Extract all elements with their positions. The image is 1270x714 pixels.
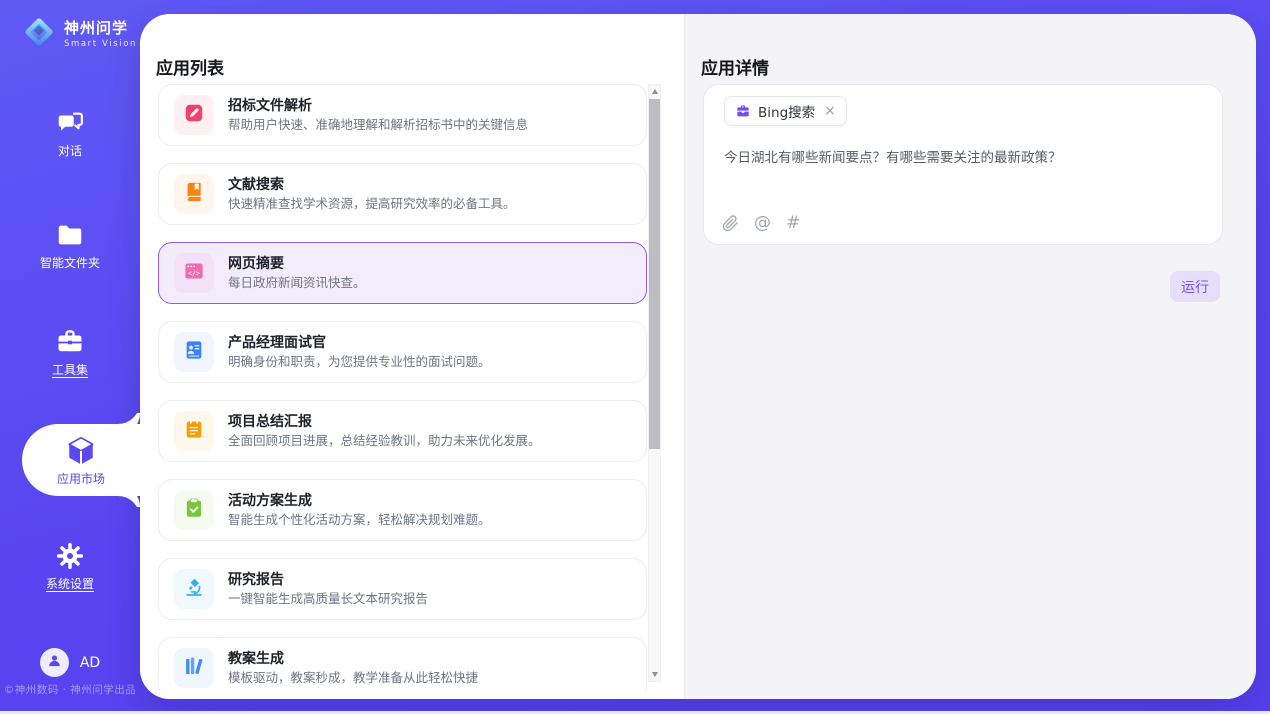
app-card-desc: 帮助用户快速、准确地理解和解析招标书中的关键信息 [228,118,528,132]
composer-toolbar: @# [722,215,800,232]
app-card-desc: 模板驱动，教案秒成，教学准备从此轻松快捷 [228,671,478,685]
chat-icon [55,108,85,138]
main-panel: 应用列表 招标文件解析 帮助用户快速、准确地理解和解析招标书中的关键信息 文献搜… [140,14,1256,699]
sidebar-item-chat[interactable]: 对话 [0,108,140,158]
brand-logo: 神州问学 Smart Vision [20,13,137,55]
brand-diamond-icon [20,13,58,55]
app-list-panel: 应用列表 招标文件解析 帮助用户快速、准确地理解和解析招标书中的关键信息 文献搜… [140,14,684,699]
app-card-project-summary[interactable]: 项目总结汇报 全面回顾项目进展，总结经验教训，助力未来优化发展。 [158,400,647,462]
chip-icon-slot [735,103,751,119]
sidebar-item-label: 智能文件夹 [40,257,100,270]
chip-close-slot[interactable]: × [824,104,836,118]
browser-code-icon: </> [183,260,205,286]
microscope-icon [183,576,205,602]
app-card-research-report[interactable]: 研究报告 一键智能生成高质量长文本研究报告 [158,558,647,620]
attachment-icon[interactable] [722,215,739,232]
user-initials: AD [80,655,100,671]
sidebar-item-smart-folders[interactable]: 智能文件夹 [0,220,140,270]
app-card-pm-interviewer[interactable]: 产品经理面试官 明确身份和职责，为您提供专业性的面试问题。 [158,321,647,383]
mention-icon[interactable]: @ [754,215,771,232]
brand-subtitle: Smart Vision [64,39,137,49]
sidebar-item-label: 应用市场 [57,473,105,486]
app-card-title: 招标文件解析 [228,99,528,114]
prompt-input-card: Bing搜索 × 今日湖北有哪些新闻要点？有哪些需要关注的最新政策？ @# [703,84,1223,245]
clipboard-check-icon [183,497,205,523]
sidebar-footer: ©神州数码 · 神州问学出品 [0,682,140,697]
sidebar-item-app-market[interactable]: 应用市场 [22,424,140,496]
app-card-lesson-plan[interactable]: 教案生成 模板驱动，教案秒成，教学准备从此轻松快捷 [158,637,647,692]
app-card-title: 教案生成 [228,652,478,667]
avatar [40,648,69,677]
app-card-bid-doc-analysis[interactable]: 招标文件解析 帮助用户快速、准确地理解和解析招标书中的关键信息 [158,84,647,146]
list-scrollbar[interactable] [648,84,661,682]
app-list-title: 应用列表 [156,54,224,79]
app-card-event-plan[interactable]: 活动方案生成 智能生成个性化活动方案，轻松解决规划难题。 [158,479,647,541]
app-card-title: 研究报告 [228,573,428,588]
briefcase-icon [735,103,751,119]
app-card-desc: 明确身份和职责，为您提供专业性的面试问题。 [228,355,491,369]
app-card-desc: 智能生成个性化活动方案，轻松解决规划难题。 [228,513,491,527]
scroll-up-icon[interactable] [649,85,660,98]
close-icon[interactable]: × [824,104,836,118]
app-card-title: 网页摘要 [228,257,366,272]
brand-name: 神州问学 [64,20,137,37]
cube-icon [64,434,98,468]
folder-icon [55,220,85,250]
app-card-web-summary[interactable]: </> 网页摘要 每日政府新闻资讯快查。 [158,242,647,304]
scrollbar-thumb[interactable] [649,99,660,449]
hashtag-icon[interactable]: # [786,215,800,232]
sidebar-item-label: 工具集 [52,364,88,377]
app-card-title: 活动方案生成 [228,494,491,509]
svg-text:</>: </> [188,269,200,277]
app-card-title: 项目总结汇报 [228,415,541,430]
app-root: { "brand": { "name": "神州问学", "subtitle":… [0,0,1270,714]
app-card-desc: 每日政府新闻资讯快查。 [228,276,366,290]
tool-chip-bing-search[interactable]: Bing搜索 × [724,96,847,126]
app-card-desc: 一键智能生成高质量长文本研究报告 [228,592,428,606]
sidebar-item-label: 对话 [58,145,82,158]
toolbox-icon [55,327,85,357]
app-card-title: 产品经理面试官 [228,336,491,351]
app-detail-panel: 应用详情 Bing搜索 × 今日湖北有哪些新闻要点？有哪些需要关注的最新政策？ … [684,14,1256,699]
sidebar-item-toolset[interactable]: 工具集 [0,327,140,377]
app-card-literature-search[interactable]: 文献搜索 快速精准查找学术资源，提高研究效率的必备工具。 [158,163,647,225]
book-icon [183,181,205,207]
app-card-list: 招标文件解析 帮助用户快速、准确地理解和解析招标书中的关键信息 文献搜索 快速精… [158,84,647,692]
sidebar: 神州问学 Smart Vision 对话 智能文件夹 工具集 应用市场 系统设置… [0,0,140,714]
app-detail-title: 应用详情 [701,54,769,79]
sidebar-item-system-settings[interactable]: 系统设置 [0,541,140,591]
run-button[interactable]: 运行 [1170,271,1220,302]
books-icon [183,655,205,681]
app-card-title: 文献搜索 [228,178,516,193]
scroll-down-icon[interactable] [649,668,660,681]
edit-doc-icon [183,102,205,128]
sidebar-item-label: 系统设置 [46,578,94,591]
query-input[interactable]: 今日湖北有哪些新闻要点？有哪些需要关注的最新政策？ [724,149,1202,168]
app-card-desc: 全面回顾项目进展，总结经验教训，助力未来优化发展。 [228,434,541,448]
person-doc-icon [183,339,205,365]
user-menu[interactable]: AD [0,648,140,677]
gear-icon [55,541,85,571]
tool-chip-label: Bing搜索 [758,101,815,121]
notepad-icon [183,418,205,444]
user-avatar-icon [47,653,62,672]
app-card-desc: 快速精准查找学术资源，提高研究效率的必备工具。 [228,197,516,211]
